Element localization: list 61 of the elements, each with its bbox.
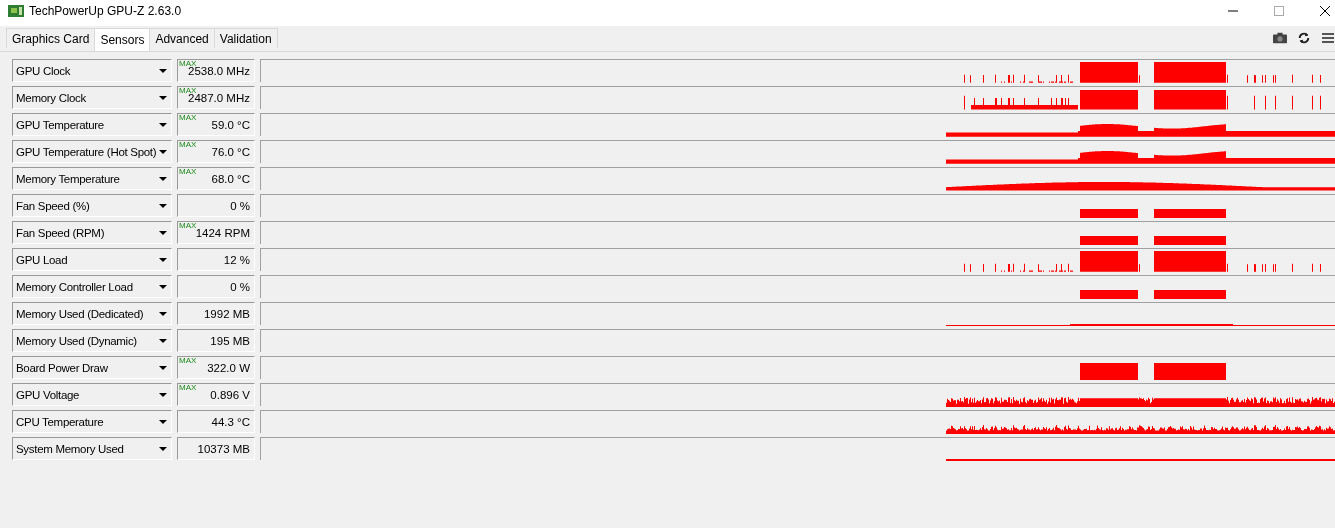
sensor-dropdown[interactable]: Memory Used (Dynamic) [12, 329, 172, 352]
value-field: MAX 0.896 V [177, 383, 255, 406]
value-field: 195 MB [177, 329, 255, 352]
sensor-dropdown[interactable]: System Memory Used [12, 437, 172, 460]
tab[interactable]: Graphics Card [6, 28, 96, 48]
sensor-dropdown[interactable]: GPU Temperature (Hot Spot) [12, 140, 172, 163]
value-field: MAX 322.0 W [177, 356, 255, 379]
value-field: 0 % [177, 275, 255, 298]
value-field: MAX 59.0 °C [177, 113, 255, 136]
max-indicator: MAX [179, 87, 197, 95]
caret-icon [159, 122, 167, 127]
sensor-dropdown[interactable]: GPU Temperature [12, 113, 172, 136]
close-icon[interactable] [1319, 5, 1331, 17]
sensor-dropdown[interactable]: Memory Used (Dedicated) [12, 302, 172, 325]
caret-icon [159, 257, 167, 262]
max-indicator: MAX [179, 141, 197, 149]
value-field: MAX 68.0 °C [177, 167, 255, 190]
max-indicator: MAX [179, 222, 197, 230]
caret-icon [159, 338, 167, 343]
value-field: 0 % [177, 194, 255, 217]
value-field: MAX 2487.0 MHz [177, 86, 255, 109]
sensor-dropdown[interactable]: Board Power Draw [12, 356, 172, 379]
tab[interactable]: Validation [213, 28, 278, 48]
sensor-dropdown[interactable]: GPU Voltage [12, 383, 172, 406]
caret-icon [159, 149, 167, 154]
app-icon [8, 5, 24, 17]
sensor-dropdown[interactable]: GPU Clock [12, 59, 172, 82]
value-field: 12 % [177, 248, 255, 271]
max-indicator: MAX [179, 384, 197, 392]
camera-icon[interactable] [1273, 31, 1287, 44]
menu-icon[interactable] [1321, 31, 1335, 44]
sensor-dropdown[interactable]: GPU Load [12, 248, 172, 271]
max-indicator: MAX [179, 357, 197, 365]
tab[interactable]: Sensors [94, 28, 151, 51]
caret-icon [159, 203, 167, 208]
max-indicator: MAX [179, 168, 197, 176]
window-title: TechPowerUp GPU-Z 2.63.0 [29, 4, 182, 18]
sensor-dropdown[interactable]: Memory Clock [12, 86, 172, 109]
caret-icon [159, 284, 167, 289]
sensor-dropdown[interactable]: Fan Speed (RPM) [12, 221, 172, 244]
refresh-icon[interactable] [1297, 31, 1311, 44]
caret-icon [159, 176, 167, 181]
sensor-dropdown[interactable]: CPU Temperature [12, 410, 172, 433]
caret-icon [159, 311, 167, 316]
caret-icon [159, 446, 167, 451]
sensor-dropdown[interactable]: Memory Controller Load [12, 275, 172, 298]
value-field: 44.3 °C [177, 410, 255, 433]
value-field: MAX 76.0 °C [177, 140, 255, 163]
value-field: 10373 MB [177, 437, 255, 460]
sensor-dropdown[interactable]: Fan Speed (%) [12, 194, 172, 217]
value-field: MAX 2538.0 MHz [177, 59, 255, 82]
max-indicator: MAX [179, 114, 197, 122]
caret-icon [159, 95, 167, 100]
sensor-dropdown[interactable]: Memory Temperature [12, 167, 172, 190]
value-field: 1992 MB [177, 302, 255, 325]
caret-icon [159, 230, 167, 235]
caret-icon [159, 392, 167, 397]
caret-icon [159, 68, 167, 73]
max-indicator: MAX [179, 60, 197, 68]
caret-icon [159, 365, 167, 370]
caret-icon [159, 419, 167, 424]
